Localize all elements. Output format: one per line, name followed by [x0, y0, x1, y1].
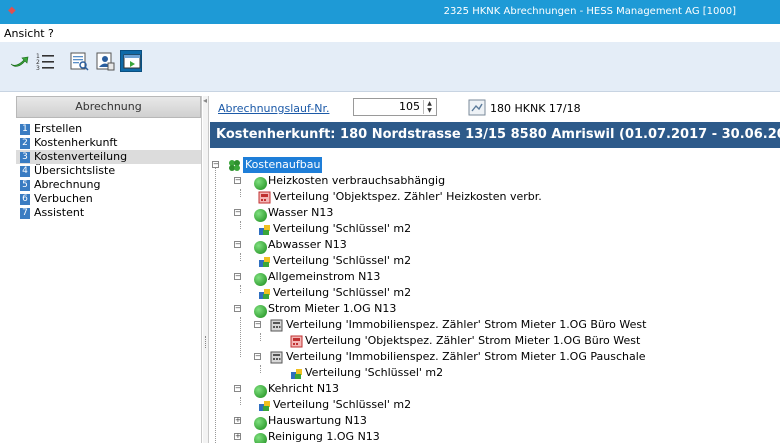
tree-node-label: Allgemeinstrom N13	[268, 270, 381, 283]
sidebar-item-uebersichtsliste[interactable]: 4 Übersichtsliste	[16, 164, 201, 178]
tree-node-label: Strom Mieter 1.OG N13	[268, 302, 397, 315]
tree-node-label: Verteilung 'Immobilienspez. Zähler' Stro…	[286, 318, 647, 331]
cost-node-icon	[254, 385, 267, 398]
expand-toggle[interactable]: −	[234, 209, 241, 216]
tree-node-label: Verteilung 'Schlüssel' m2	[273, 398, 412, 411]
params-row: Abrechnungslauf-Nr. 105 ▲ ▼ 180 HKNK 17/1…	[210, 96, 780, 122]
tree-root-icon	[228, 159, 241, 172]
collapse-toggle[interactable]: −	[212, 161, 219, 168]
tree-node-label: Wasser N13	[268, 206, 334, 219]
run-number-input[interactable]: 105 ▲ ▼	[353, 98, 437, 116]
tree-node-label: Reinigung 1.OG N13	[268, 430, 380, 443]
cost-node-icon	[254, 273, 267, 286]
cost-node-icon	[254, 417, 267, 430]
tree-node-label: Verteilung 'Objektspez. Zähler' Heizkost…	[273, 190, 542, 203]
cost-node-icon	[254, 433, 267, 443]
tree-node-label: Hauswartung N13	[268, 414, 367, 427]
run-name: 180 HKNK 17/18	[490, 102, 581, 115]
sidebar-item-label: Kostenherkunft	[34, 136, 118, 149]
sidebar-item-label: Abrechnung	[34, 178, 101, 191]
expand-toggle[interactable]: −	[234, 385, 241, 392]
menu-ansicht[interactable]: Ansicht	[4, 27, 45, 40]
tree-node-label: Verteilung 'Schlüssel' m2	[273, 254, 412, 267]
run-number-value: 105	[399, 100, 420, 113]
expand-toggle[interactable]: −	[234, 273, 241, 280]
tree-node-label: Verteilung 'Objektspez. Zähler' Strom Mi…	[305, 334, 641, 347]
sidebar-item-label: Übersichtsliste	[34, 164, 116, 177]
cost-node-icon	[254, 209, 267, 222]
tree-node-label: Verteilung 'Immobilienspez. Zähler' Stro…	[286, 350, 646, 363]
nav-number: 2	[20, 137, 30, 149]
cost-node-icon	[254, 177, 267, 190]
key-distribution-icon	[290, 367, 303, 380]
nav-number: 4	[20, 165, 30, 177]
meter-icon	[258, 191, 271, 204]
window-icon[interactable]	[120, 50, 142, 72]
tree-node-label: Verteilung 'Schlüssel' m2	[273, 286, 412, 299]
sidebar-item-assistent[interactable]: 7 Assistent	[16, 206, 201, 220]
expand-toggle[interactable]: −	[234, 177, 241, 184]
sidebar-item-label: Erstellen	[34, 122, 83, 135]
run-number-link[interactable]: Abrechnungslauf-Nr.	[218, 102, 329, 115]
meter-icon	[290, 335, 303, 348]
svg-text:3: 3	[36, 65, 40, 72]
sidebar-item-label: Assistent	[34, 206, 85, 219]
sidebar-title: Abrechnung	[16, 96, 201, 118]
sidebar: Abrechnung 1 Erstellen 2 Kostenherkunft 3K…	[16, 96, 202, 443]
calculator-icon	[270, 319, 283, 332]
green-arrow-icon[interactable]	[8, 50, 30, 72]
nav-number: 6	[20, 193, 30, 205]
sidebar-item-abrechnung[interactable]: 5 Abrechnung	[16, 178, 201, 192]
splitter-grip[interactable]	[205, 336, 206, 348]
person-document-icon[interactable]	[94, 50, 116, 72]
key-distribution-icon	[258, 255, 271, 268]
sidebar-item-verbuchen[interactable]: 6 Verbuchen	[16, 192, 201, 206]
expand-toggle[interactable]: −	[234, 305, 241, 312]
sidebar-item-label: Kostenverteilung	[34, 150, 128, 163]
tree-node-label: Kehricht N13	[268, 382, 340, 395]
tree-node-label: Verteilung 'Schlüssel' m2	[273, 222, 412, 235]
tree-node-label: Heizkosten verbrauchsabhängig	[268, 174, 446, 187]
nav-number: 1	[20, 123, 30, 135]
key-distribution-icon	[258, 223, 271, 236]
menu-bar: Ansicht ?	[0, 24, 780, 42]
cost-node-icon	[254, 241, 267, 254]
spin-buttons[interactable]: ▲ ▼	[423, 100, 435, 114]
sidebar-item-label: Verbuchen	[34, 192, 93, 205]
nav-number: 5	[20, 179, 30, 191]
nav-number: 7	[20, 207, 30, 219]
nav-number: 3	[20, 151, 30, 163]
expand-toggle[interactable]: +	[234, 417, 241, 424]
tree-root-label: Kostenaufbau	[243, 157, 323, 173]
expand-toggle[interactable]: −	[254, 321, 261, 328]
sidebar-item-kostenverteilung[interactable]: 3 Kostenverteilung	[16, 150, 201, 164]
menu-help[interactable]: ?	[48, 27, 54, 40]
collapse-arrow-icon[interactable]: ◂	[203, 96, 207, 105]
sidebar-item-kostenherkunft[interactable]: 2 Kostenherkunft	[16, 136, 201, 150]
toolbar: 123	[0, 42, 780, 92]
splitter[interactable]: ◂	[203, 96, 209, 443]
tree-node-label: Abwasser N13	[268, 238, 347, 251]
cost-tree: − Kostenaufbau − Heizkosten verbrauchsab…	[210, 155, 780, 443]
numbered-list-icon[interactable]: 123	[34, 50, 56, 72]
document-search-icon[interactable]	[68, 50, 90, 72]
key-distribution-icon	[258, 287, 271, 300]
expand-toggle[interactable]: −	[234, 241, 241, 248]
run-icon	[468, 99, 486, 116]
expand-toggle[interactable]: −	[254, 353, 261, 360]
calculator-icon	[270, 351, 283, 364]
expand-toggle[interactable]: +	[234, 433, 241, 440]
sidebar-item-erstellen[interactable]: 1 Erstellen	[16, 122, 201, 136]
tree-node-label: Verteilung 'Schlüssel' m2	[305, 366, 444, 379]
title-bar: ◆ 2325 HKNK Abrechnungen - HESS Manageme…	[0, 0, 780, 24]
cost-node-icon	[254, 305, 267, 318]
window-title: 2325 HKNK Abrechnungen - HESS Management…	[443, 6, 736, 17]
key-distribution-icon	[258, 399, 271, 412]
section-title: Kostenherkunft: 180 Nordstrasse 13/15 85…	[210, 122, 780, 148]
